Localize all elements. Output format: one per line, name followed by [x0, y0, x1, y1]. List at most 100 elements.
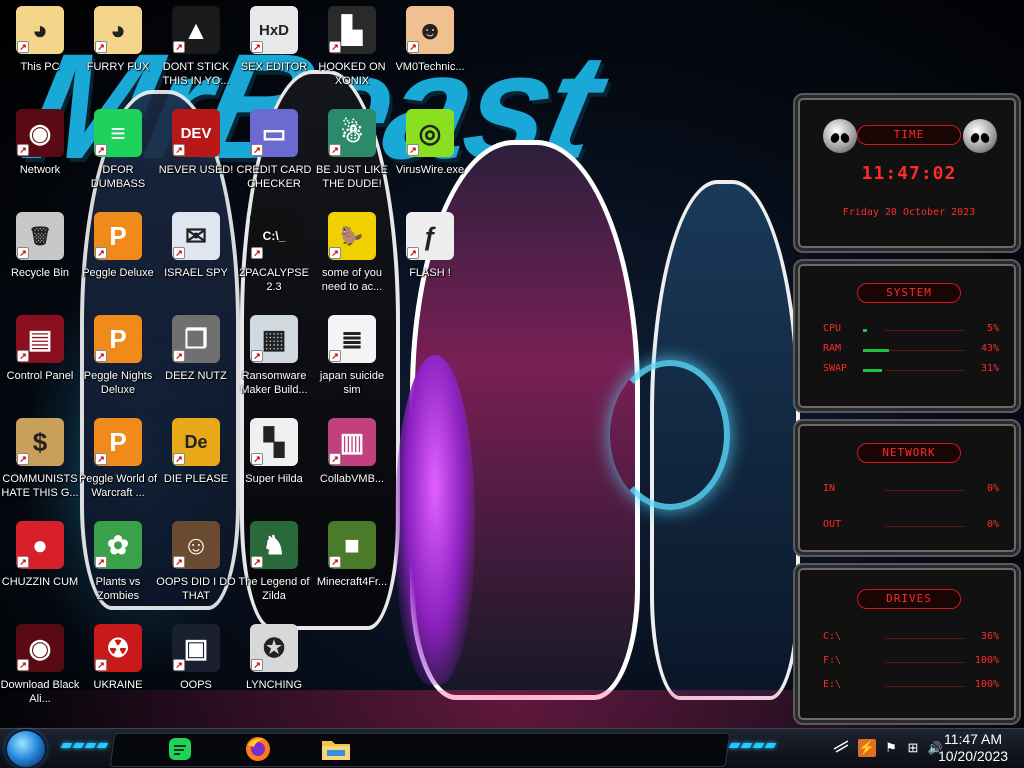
desktop-icon-some-of-you[interactable]: 🦫 ↗ some of you need to ac...	[312, 212, 392, 312]
desktop-icon-vm0technic[interactable]: ☻ ↗ VM0Technic...	[390, 6, 470, 106]
firefox-icon	[246, 737, 270, 761]
desktop-icon-sex-editor[interactable]: HxD ↗ SEX EDITOR	[234, 6, 314, 106]
pixel-hero-icon: ♞ ↗	[250, 521, 298, 569]
gadget-usage-bar	[863, 369, 882, 372]
alien-head-icon	[963, 119, 997, 153]
taskbar-firefox-button[interactable]	[238, 732, 278, 766]
gadget-row-value: 0%	[986, 519, 999, 530]
desktop-icon-flash[interactable]: ƒ ↗ FLASH !	[390, 212, 470, 312]
doctor-icon: ☻ ↗	[406, 6, 454, 54]
desktop-icon-label: HOOKED ON XONIX	[318, 61, 386, 87]
desktop-icon-deez-nutz[interactable]: ❐ ↗ DEEZ NUTZ	[156, 315, 236, 415]
desktop-icon-recycle-bin[interactable]: 🗑 ↗ Recycle Bin	[0, 212, 80, 312]
desktop-icon-download-black-ali[interactable]: ◉ ↗ Download Black Ali...	[0, 624, 80, 724]
gadget-date: Friday 20 October 2023	[842, 207, 976, 218]
desktop-icon-label: UKRAINE	[93, 679, 143, 691]
portrait-icon: ☺ ↗	[172, 521, 220, 569]
shortcut-arrow-icon: ↗	[329, 350, 341, 362]
desktop-icon-peggle-nights[interactable]: P ↗ Peggle Nights Deluxe	[78, 315, 158, 415]
gadget-drives-panel: DRIVES C:\ 36% F:\ 100% E:\ 100%	[793, 563, 1021, 725]
desktop-icon-label: FURRY FUX	[86, 61, 150, 73]
taskbar-clock-date: 10/20/2023	[937, 748, 1009, 764]
shortcut-arrow-icon: ↗	[17, 350, 29, 362]
desktop-icon-minecraft4[interactable]: ■ ↗ Minecraft4Fr...	[312, 521, 392, 621]
desktop-icon-be-just-like[interactable]: ☃ ↗ BE JUST LIKE THE DUDE!	[312, 109, 392, 209]
desktop-icon-label: Peggle Deluxe	[82, 267, 154, 279]
desktop-icon-oops-did-i[interactable]: ☺ ↗ OOPS DID I DO THAT	[156, 521, 236, 621]
gadget-system-row: CPU 5%	[823, 323, 999, 337]
desktop-icon-israel-spy[interactable]: ✉ ↗ ISRAEL SPY	[156, 212, 236, 312]
gadget-row-label: F:\	[823, 655, 842, 666]
radiation-icon: ☢ ↗	[94, 624, 142, 672]
taskbar-decoration	[60, 743, 109, 748]
desktop-icon-ransomware[interactable]: ▦ ↗ Ransomware Maker Build...	[234, 315, 314, 415]
taskbar-clock[interactable]: 11:47 AM 10/20/2023	[928, 731, 1018, 767]
desktop-icon-dfor-dumbass[interactable]: ≡ ↗ DFOR DUMBASS	[78, 109, 158, 209]
desktop-icon-hooked-on-xonix[interactable]: ▙ ↗ HOOKED ON XONIX	[312, 6, 392, 106]
desktop-icon-die-please[interactable]: De ↗ DIE PLEASE	[156, 418, 236, 518]
shortcut-arrow-icon: ↗	[95, 659, 107, 671]
gadget-row-track	[885, 350, 965, 351]
shortcut-arrow-icon: ↗	[95, 247, 107, 259]
desktop-icon-label: COMMUNISTS HATE THIS G...	[1, 473, 79, 499]
desktop-icon-furry-fux[interactable]: ◕ ↗ FURRY FUX	[78, 6, 158, 106]
shortcut-arrow-icon: ↗	[95, 556, 107, 568]
desktop-icon-plants-vs-zombies[interactable]: ✿ ↗ Plants vs Zombies	[78, 521, 158, 621]
desktop-icon-2pacalypse[interactable]: C:\_ ↗ 2PACALYPSE 2.3	[234, 212, 314, 312]
desktop-icon-this-pc[interactable]: ◕ ↗ This PC	[0, 6, 80, 106]
desktop-icon-peggle-deluxe[interactable]: P ↗ Peggle Deluxe	[78, 212, 158, 312]
green-chat-icon	[169, 738, 191, 760]
folder-icon	[322, 741, 350, 760]
desktop-icon-peggle-world[interactable]: P ↗ Peggle World of Warcraft ...	[78, 418, 158, 518]
de-icon: De ↗	[172, 418, 220, 466]
taskbar-decoration	[728, 743, 777, 748]
desktop-icon-legend-of-zilda[interactable]: ♞ ↗ The Legend of Zilda	[234, 521, 314, 621]
desktop-icon-japan-suicide[interactable]: ≣ ↗ japan suicide sim	[312, 315, 392, 415]
desktop-icon-control-panel[interactable]: ▤ ↗ Control Panel	[0, 315, 80, 415]
desktop-icon-never-used[interactable]: DEV ↗ NEVER USED!	[156, 109, 236, 209]
desktop-icon-label: VirusWire.exe	[395, 164, 465, 176]
system-tray: ⚡ ⚑ ⊞ 🔊	[822, 729, 942, 768]
gadget-drives-header: DRIVES	[857, 589, 961, 609]
gadget-row-label: SWAP	[823, 363, 848, 374]
gadget-row-track	[885, 490, 965, 491]
shortcut-arrow-icon: ↗	[251, 144, 263, 156]
gadget-system-row: SWAP 31%	[823, 363, 999, 377]
lightning-icon[interactable]: ⚡	[858, 739, 876, 757]
flag-error-icon[interactable]: ⚑	[882, 739, 900, 757]
stacked-windows-icon: ❐ ↗	[172, 315, 220, 363]
taskbar-chat-app-button[interactable]	[160, 732, 200, 766]
desktop-icon-communists[interactable]: $ ↗ COMMUNISTS HATE THIS G...	[0, 418, 80, 518]
desktop-icon-network[interactable]: ◉ ↗ Network	[0, 109, 80, 209]
desktop-icon-label: DIE PLEASE	[163, 473, 229, 485]
desktop-icon-super-hilda[interactable]: ▚ ↗ Super Hilda	[234, 418, 314, 518]
desktop-icon-chuzzin-cum[interactable]: ● ↗ CHUZZIN CUM	[0, 521, 80, 621]
shortcut-arrow-icon: ↗	[251, 350, 263, 362]
gadget-row-track	[885, 526, 965, 527]
start-button[interactable]	[7, 731, 45, 767]
desktop-icon-lynching[interactable]: ✪ ↗ LYNCHING	[234, 624, 314, 724]
taskbar-file-explorer-button[interactable]	[315, 732, 357, 766]
desktop-icon-label: CollabVMB...	[319, 473, 385, 485]
system-monitor-gadget[interactable]: TIME 11:47:02 Friday 20 October 2023 SYS…	[793, 93, 1021, 725]
shortcut-arrow-icon: ↗	[95, 41, 107, 53]
gadget-time-header: TIME	[857, 125, 961, 145]
network-icon[interactable]: ⊞	[904, 739, 922, 757]
desktop-icon-label: Network	[19, 164, 61, 176]
document-icon: ≣ ↗	[328, 315, 376, 363]
desktop-icon-ukraine[interactable]: ☢ ↗ UKRAINE	[78, 624, 158, 724]
shortcut-arrow-icon: ↗	[329, 453, 341, 465]
shortcut-arrow-icon: ↗	[173, 247, 185, 259]
gadget-row-track	[885, 686, 965, 687]
desktop-icon-collabvmb[interactable]: ▥ ↗ CollabVMB...	[312, 418, 392, 518]
desktop-icon-dont-stick[interactable]: ▲ ↗ DONT STICK THIS IN YO...	[156, 6, 236, 106]
gadget-system-row: RAM 43%	[823, 343, 999, 357]
taskbar-expand-icon[interactable]	[832, 739, 850, 757]
desktop-icon-oops[interactable]: ▣ ↗ OOPS	[156, 624, 236, 724]
credit-card-icon: ▭ ↗	[250, 109, 298, 157]
desktop-icon-viruswire[interactable]: ◎ ↗ VirusWire.exe	[390, 109, 470, 209]
desktop-icon-label: OOPS	[180, 679, 212, 691]
lime-icon: ◎ ↗	[406, 109, 454, 157]
peggle-icon: P ↗	[94, 418, 142, 466]
desktop-icon-credit-card[interactable]: ▭ ↗ CREDIT CARD CHECKER	[234, 109, 314, 209]
